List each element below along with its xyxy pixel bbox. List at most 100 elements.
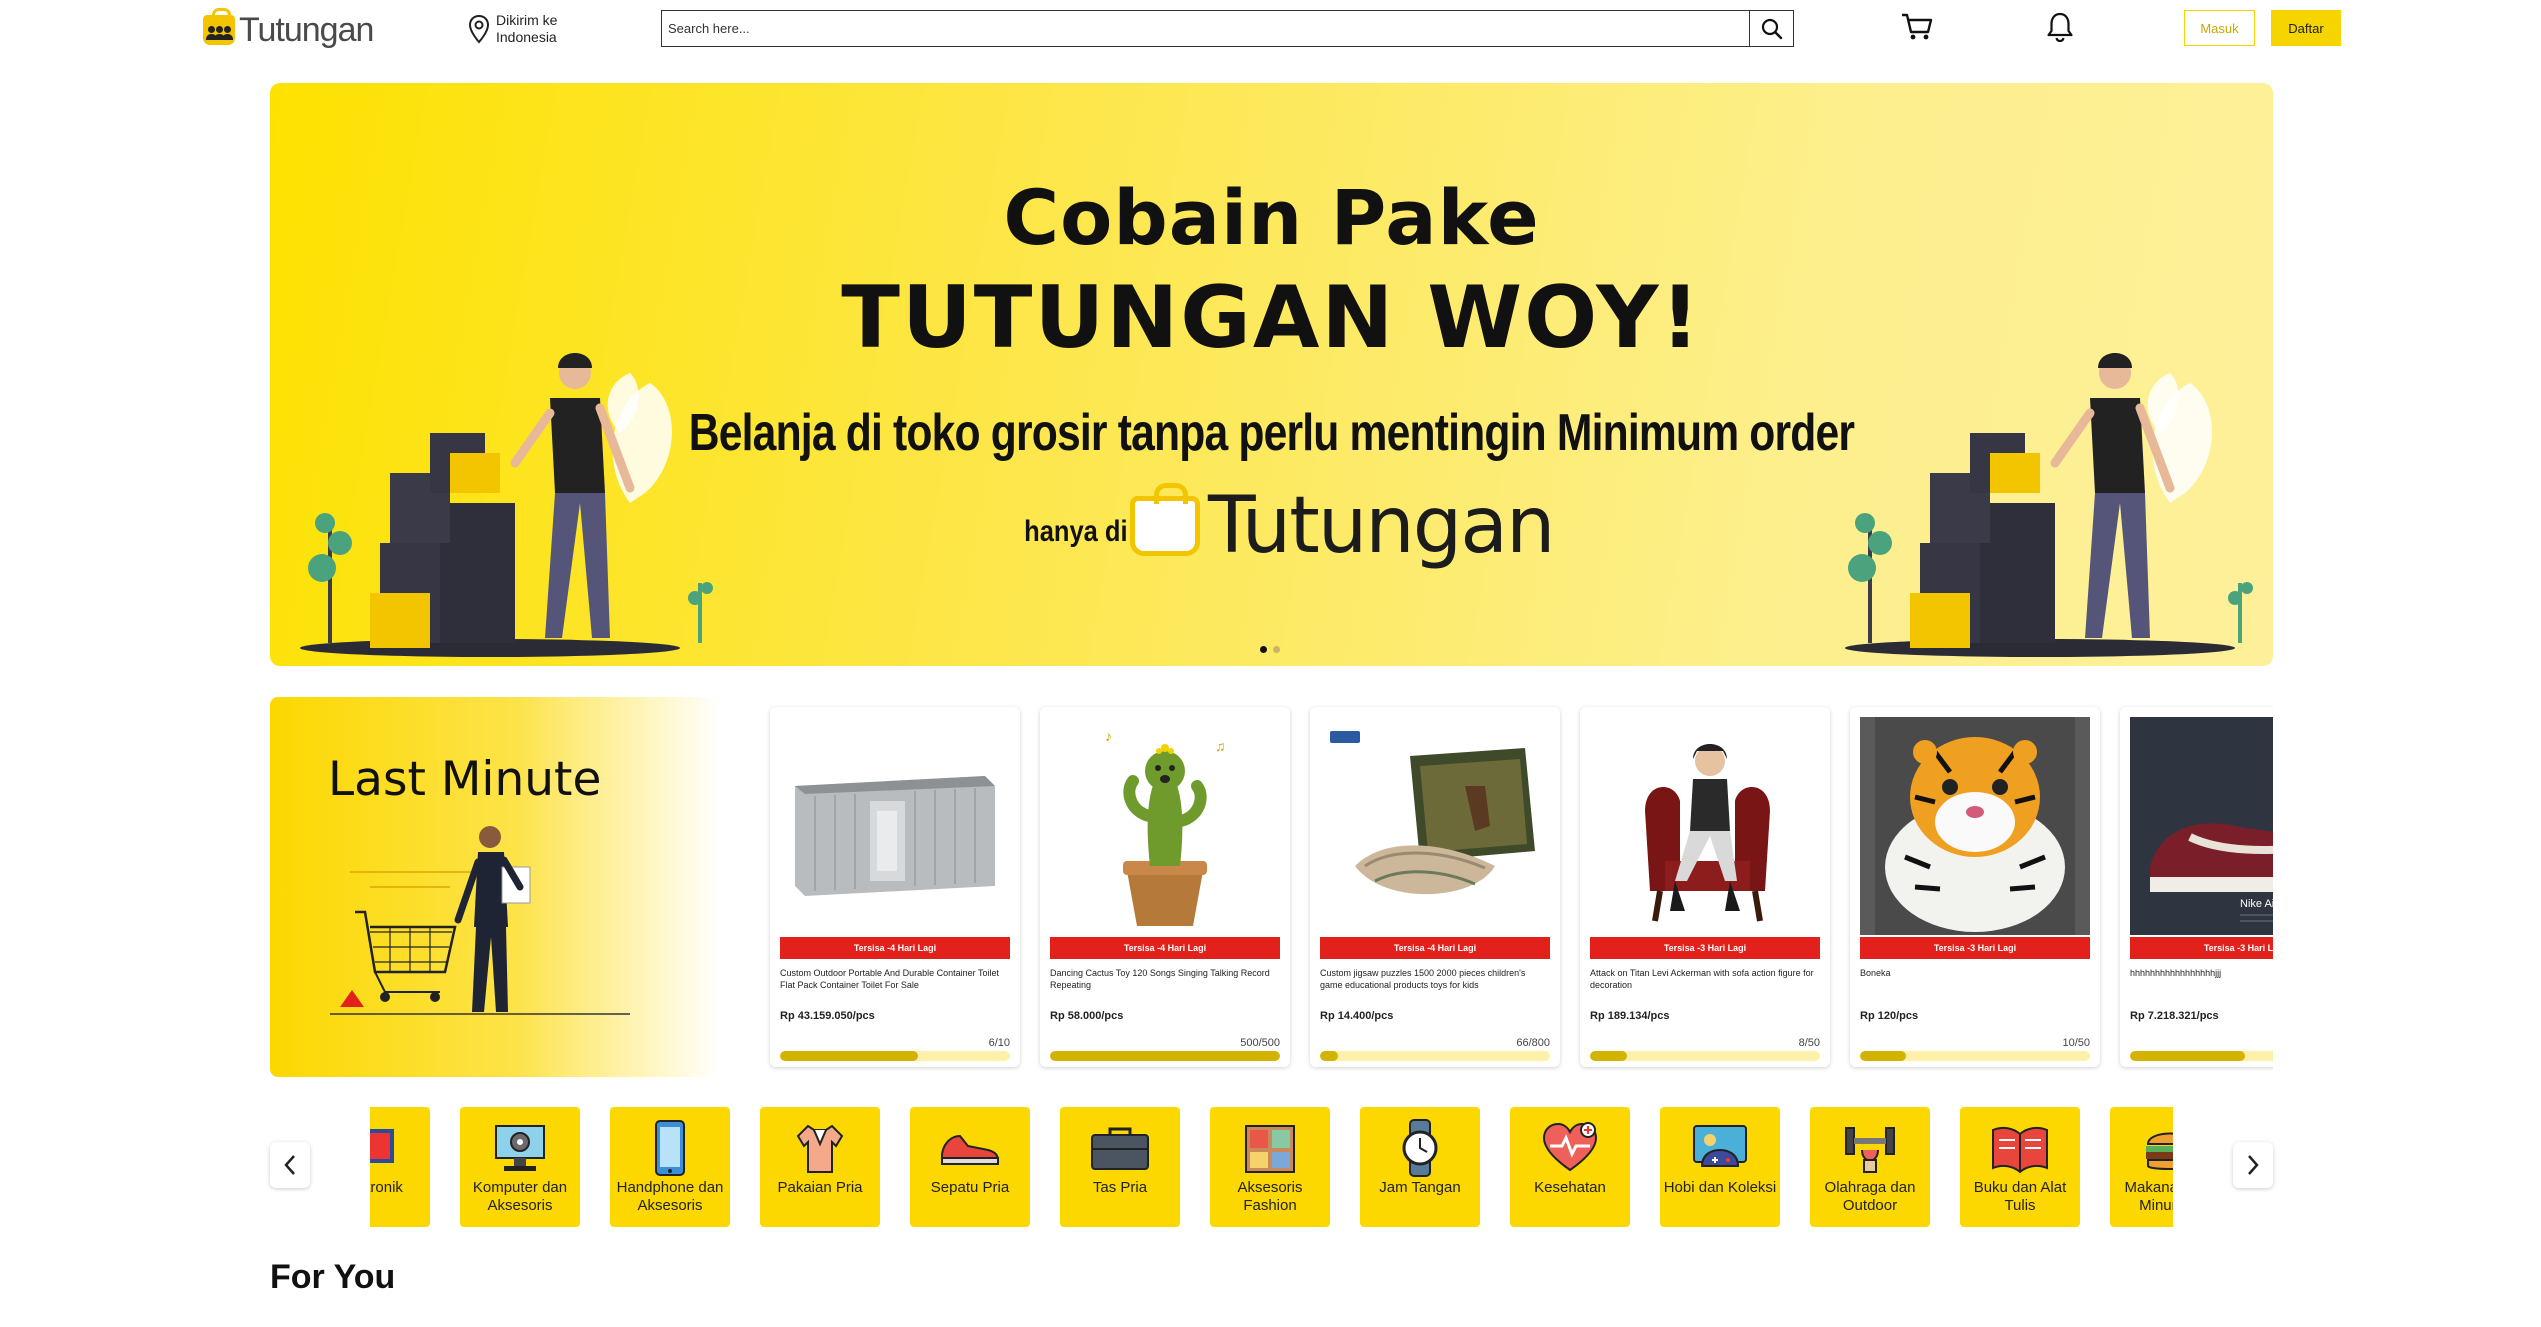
hero-only-at: hanya di — [1024, 515, 1128, 548]
delivery-man-illustration-right — [1845, 353, 2253, 657]
carousel-dot-1[interactable] — [1260, 646, 1267, 653]
product-image — [1590, 717, 1820, 935]
briefcase-icon — [1060, 1115, 1180, 1181]
category-label: Tas Pria — [1092, 1179, 1148, 1196]
book-icon — [1960, 1115, 2080, 1181]
stock-progress-fill — [2130, 1051, 2245, 1061]
stock-progress-fill — [1590, 1051, 1627, 1061]
search-button[interactable] — [1749, 11, 1793, 46]
category-item[interactable]: Hobi dan Koleksi — [1660, 1107, 1780, 1227]
product-image — [1860, 717, 2090, 935]
category-item[interactable]: Kesehatan — [1510, 1107, 1630, 1227]
hero-brand-text: Tutungan — [1208, 481, 1555, 571]
for-you-heading: For You — [270, 1258, 396, 1296]
category-item[interactable]: Buku dan Alat Tulis — [1960, 1107, 2080, 1227]
category-label: Elektronik — [370, 1179, 403, 1196]
svg-text:♪: ♪ — [1105, 728, 1112, 744]
product-card[interactable]: Nike Air Force 1 Tersisa -3 Hari Lagi hh… — [2120, 707, 2273, 1067]
category-label: Olahraga dan Outdoor — [1824, 1179, 1916, 1214]
stock-count: 6/10 — [988, 1037, 1010, 1049]
stock-progress-bar — [780, 1051, 1010, 1061]
chevron-right-icon — [2248, 1155, 2259, 1175]
product-card[interactable]: Tersisa -4 Hari Lagi Custom Outdoor Port… — [770, 707, 1020, 1067]
ship-label: Dikirim ke — [496, 12, 558, 28]
last-minute-banner: Last Minute — [270, 697, 720, 1077]
ship-location[interactable]: Dikirim ke Indonesia — [468, 12, 557, 46]
hero-banner[interactable]: Cobain Pake TUTUNGAN WOY! Belanja di tok… — [270, 83, 2273, 666]
remaining-days-badge: Tersisa -4 Hari Lagi — [1320, 937, 1550, 959]
stock-progress-bar — [2130, 1051, 2273, 1061]
category-label: Kesehatan — [1534, 1179, 1606, 1196]
category-item[interactable]: Jam Tangan — [1360, 1107, 1480, 1227]
hero-title-line1: Cobain Pake — [1003, 173, 1540, 262]
category-label: Aksesoris Fashion — [1237, 1179, 1303, 1214]
stock-count: 10/50 — [2062, 1037, 2090, 1049]
product-name[interactable]: Attack on Titan Levi Ackerman with sofa … — [1590, 967, 1820, 991]
last-minute-title: Last Minute — [328, 752, 602, 807]
product-name[interactable]: Custom Outdoor Portable And Durable Cont… — [780, 967, 1010, 991]
category-next-button[interactable] — [2233, 1142, 2273, 1188]
location-pin-icon — [468, 14, 490, 44]
product-image: ♪ ♫ — [1050, 717, 1280, 935]
register-button[interactable]: Daftar — [2271, 10, 2341, 46]
svg-text:♫: ♫ — [1215, 738, 1226, 754]
product-name[interactable]: Custom jigsaw puzzles 1500 2000 pieces c… — [1320, 967, 1550, 991]
remaining-days-badge: Tersisa -3 Hari Lagi — [1590, 937, 1820, 959]
stock-progress-bar — [1860, 1051, 2090, 1061]
category-item[interactable]: Handphone dan Aksesoris — [610, 1107, 730, 1227]
logo-bag-icon — [203, 8, 235, 45]
phone-icon — [610, 1115, 730, 1181]
category-label: Handphone dan Aksesoris — [616, 1179, 724, 1214]
category-item[interactable]: Tas Pria — [1060, 1107, 1180, 1227]
carousel-dot-2[interactable] — [1273, 646, 1280, 653]
product-price: Rp 58.000/pcs — [1050, 1010, 1124, 1022]
site-logo[interactable]: Tutungan — [203, 8, 374, 50]
category-label: Komputer dan Aksesoris — [472, 1179, 568, 1214]
product-image — [780, 717, 1010, 935]
product-price: Rp 7.218.321/pcs — [2130, 1010, 2219, 1022]
category-item[interactable]: Pakaian Pria — [760, 1107, 880, 1227]
hero-brand-logo: Tutungan — [1130, 481, 1555, 571]
login-button[interactable]: Masuk — [2184, 10, 2255, 46]
stock-progress-bar — [1050, 1051, 1280, 1061]
top-header: Tutungan Dikirim ke Indonesia Search her… — [0, 0, 2541, 56]
stock-progress-fill — [780, 1051, 918, 1061]
product-name[interactable]: Boneka — [1860, 967, 2090, 979]
product-image: Nike Air Force 1 — [2130, 717, 2273, 935]
category-label: Jam Tangan — [1379, 1179, 1461, 1196]
category-prev-button[interactable] — [270, 1142, 310, 1188]
shoe-icon — [910, 1115, 1030, 1181]
product-card[interactable]: Tersisa -3 Hari Lagi Attack on Titan Lev… — [1580, 707, 1830, 1067]
category-item[interactable]: Sepatu Pria — [910, 1107, 1030, 1227]
burger-icon — [2110, 1115, 2173, 1181]
product-card[interactable]: ♪ ♫ Tersisa -4 Hari Lagi Dancing Cactus T… — [1040, 707, 1290, 1067]
search-input[interactable] — [662, 11, 1749, 46]
category-list: Elektronik Komputer dan Aksesoris Handph… — [370, 1107, 2173, 1227]
svg-text:Nike Air Force 1: Nike Air Force 1 — [2240, 898, 2273, 910]
notification-button[interactable] — [2045, 11, 2075, 48]
product-card[interactable]: Tersisa -3 Hari Lagi Boneka Rp 120/pcs 1… — [1850, 707, 2100, 1067]
category-item[interactable]: Aksesoris Fashion — [1210, 1107, 1330, 1227]
product-price: Rp 120/pcs — [1860, 1010, 1919, 1022]
stock-count: 66/800 — [1516, 1037, 1550, 1049]
product-name[interactable]: Dancing Cactus Toy 120 Songs Singing Tal… — [1050, 967, 1280, 991]
category-item[interactable]: Olahraga dan Outdoor — [1810, 1107, 1930, 1227]
category-item[interactable]: Makanan dan Minuman — [2110, 1107, 2173, 1227]
product-price: Rp 43.159.050/pcs — [780, 1010, 875, 1022]
cart-button[interactable] — [1900, 12, 1934, 47]
category-item[interactable]: Komputer dan Aksesoris — [460, 1107, 580, 1227]
computer-icon — [460, 1115, 580, 1181]
dumbbell-icon — [1810, 1115, 1930, 1181]
product-name[interactable]: hhhhhhhhhhhhhhhhhjjj — [2130, 967, 2273, 979]
category-carousel: Elektronik Komputer dan Aksesoris Handph… — [270, 1107, 2273, 1227]
stock-count: 8/50 — [1798, 1037, 1820, 1049]
product-card[interactable]: Tersisa -4 Hari Lagi Custom jigsaw puzzl… — [1310, 707, 1560, 1067]
product-image — [1320, 717, 1550, 935]
brand-bag-icon — [1130, 483, 1200, 556]
chevron-left-icon — [284, 1155, 295, 1175]
product-price: Rp 189.134/pcs — [1590, 1010, 1670, 1022]
remaining-days-badge: Tersisa -3 Hari Lagi — [2130, 937, 2273, 959]
search-icon — [1761, 18, 1782, 39]
category-item[interactable]: Elektronik — [370, 1107, 430, 1227]
cart-icon — [1902, 13, 1933, 40]
